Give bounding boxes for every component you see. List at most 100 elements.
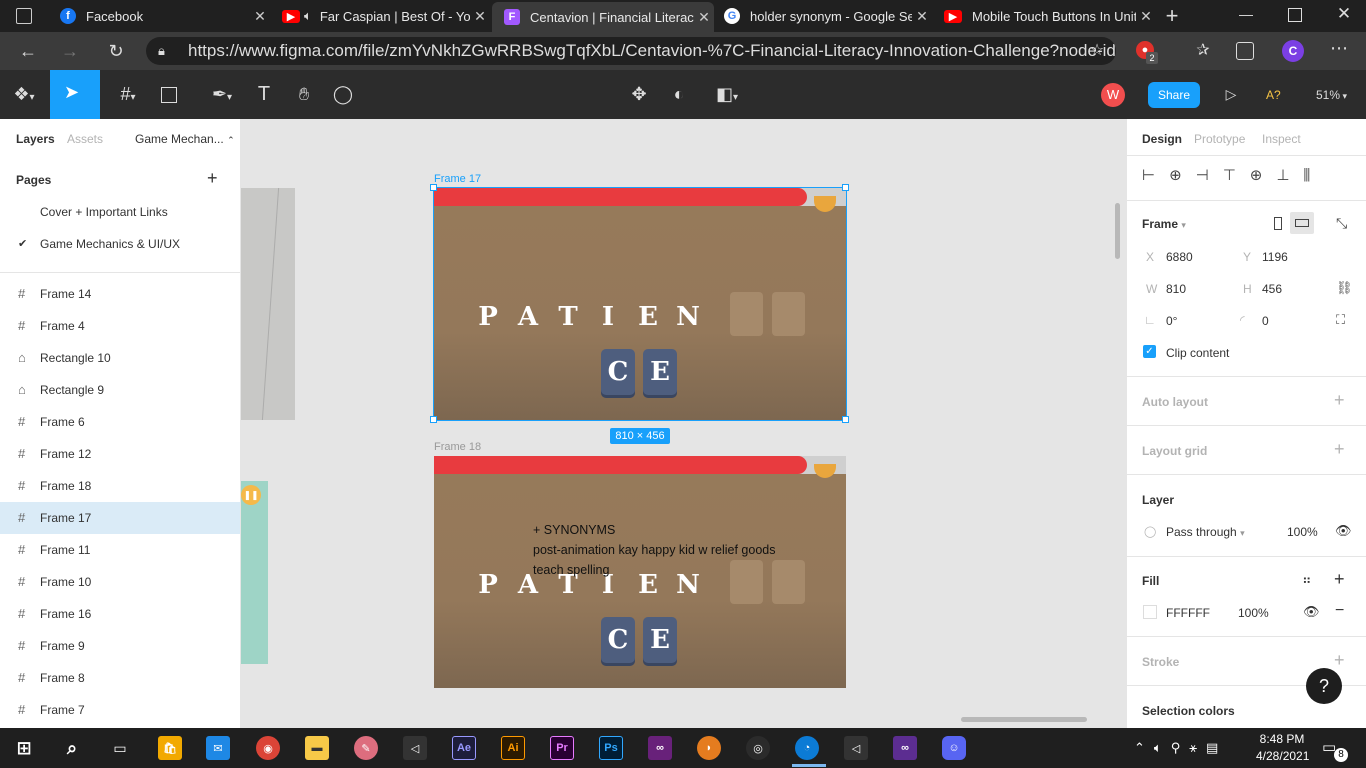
layer-row[interactable]: # Frame 12: [0, 438, 240, 470]
layer-row[interactable]: # Frame 6: [0, 406, 240, 438]
tab-layers[interactable]: Layers: [16, 132, 55, 146]
rectangle-tool-icon[interactable]: [161, 87, 177, 103]
paint-icon[interactable]: ✎: [354, 736, 378, 760]
figma-menu-icon[interactable]: ❖▾: [8, 82, 40, 106]
visual-studio-icon[interactable]: ∞: [648, 736, 672, 760]
add-stroke-icon[interactable]: +: [1334, 650, 1345, 671]
frame-tool-icon[interactable]: #▾: [112, 82, 144, 106]
remove-fill-icon[interactable]: −: [1335, 602, 1344, 620]
empty-letter-slot[interactable]: [772, 292, 805, 336]
profile-avatar[interactable]: C: [1282, 40, 1304, 62]
vertical-scrollbar[interactable]: [1115, 203, 1120, 259]
chrome-icon[interactable]: ◉: [256, 736, 280, 760]
width-field[interactable]: 810: [1166, 282, 1186, 296]
app-icon[interactable]: ◎: [746, 736, 770, 760]
fill-opacity-field[interactable]: 100%: [1238, 606, 1269, 620]
alignment-icons[interactable]: ⊢⊕⊣⊤⊕⊥⫼: [1142, 166, 1324, 184]
collections-icon[interactable]: [1236, 42, 1254, 60]
letter-tile[interactable]: E: [643, 617, 677, 663]
store-icon[interactable]: 🛍︎: [158, 736, 182, 760]
resize-handle[interactable]: [842, 184, 849, 191]
move-tool-button[interactable]: ➤: [50, 70, 100, 119]
landscape-button[interactable]: [1290, 212, 1314, 234]
back-icon[interactable]: ←: [16, 40, 40, 62]
tab-design[interactable]: Design: [1142, 132, 1182, 146]
frame-17[interactable]: PATIEN C E: [434, 188, 846, 420]
layer-row[interactable]: ⌂ Rectangle 10: [0, 342, 240, 374]
close-tab-icon[interactable]: ✕: [694, 9, 714, 26]
frame-type-dropdown[interactable]: Frame ▾: [1142, 217, 1186, 231]
user-avatar[interactable]: W: [1101, 83, 1125, 107]
tab-youtube-unity[interactable]: ▶ Mobile Touch Buttons In Unit ✕: [936, 0, 1156, 32]
forward-icon[interactable]: →: [58, 40, 82, 62]
add-layout-grid-icon[interactable]: +: [1334, 439, 1345, 460]
design-note[interactable]: + SYNONYMS post-animation kay happy kid …: [533, 520, 776, 580]
layer-row[interactable]: # Frame 11: [0, 534, 240, 566]
layer-row[interactable]: # Frame 9: [0, 630, 240, 662]
partial-frame-teal[interactable]: [241, 481, 268, 664]
component-icon[interactable]: ✥: [628, 82, 650, 106]
frame17-label[interactable]: Frame 17: [434, 173, 481, 185]
pen-tool-icon[interactable]: ✒▾: [206, 82, 238, 106]
partial-frame-image[interactable]: [241, 188, 295, 420]
close-tab-icon[interactable]: ✕: [250, 8, 270, 25]
layer-row[interactable]: # Frame 4: [0, 310, 240, 342]
resize-fit-icon[interactable]: ⤡: [1336, 215, 1347, 232]
frame-18[interactable]: PATIEN C E + SYNONYMS post-animation kay…: [434, 456, 846, 688]
illustrator-icon[interactable]: Ai: [501, 736, 525, 760]
close-tab-icon[interactable]: ✕: [1136, 8, 1156, 25]
url-field[interactable]: https://www.figma.com/file/zmYvNkhZGwRRB…: [146, 37, 1116, 65]
visual-studio-2-icon[interactable]: ∞: [893, 736, 917, 760]
photoshop-icon[interactable]: Ps: [599, 736, 623, 760]
tab-inspect[interactable]: Inspect: [1262, 132, 1301, 146]
layer-row[interactable]: # Frame 8: [0, 662, 240, 694]
zoom-level[interactable]: 51% ▾: [1316, 88, 1356, 102]
canvas[interactable]: ❚❚ Frame 17 PATIEN C E 810 × 456 Frame 1…: [241, 119, 1126, 728]
fill-styles-icon[interactable]: ⠶: [1302, 572, 1312, 588]
empty-letter-slot[interactable]: [772, 560, 805, 604]
close-window-icon[interactable]: ✕: [1334, 4, 1354, 26]
browser-menu-icon[interactable]: ⋯: [1328, 38, 1350, 60]
hand-tool-icon[interactable]: ✋︎: [292, 82, 316, 106]
premiere-icon[interactable]: Pr: [550, 736, 574, 760]
page-item-cover[interactable]: Cover + Important Links: [40, 205, 168, 219]
x-field[interactable]: 6880: [1166, 250, 1193, 264]
accessibility-indicator[interactable]: A?: [1266, 88, 1290, 102]
tab-prototype[interactable]: Prototype: [1194, 132, 1245, 146]
lock-icon[interactable]: 🔒︎: [158, 43, 170, 58]
system-tray-icons[interactable]: ⌃🔈︎⚲⚹▤: [1134, 740, 1227, 756]
present-icon[interactable]: ▷: [1220, 82, 1242, 106]
edge-icon[interactable]: ◔: [795, 736, 819, 760]
help-button[interactable]: ?: [1306, 668, 1342, 704]
unity-icon[interactable]: ◁: [403, 736, 427, 760]
bookmark-add-icon[interactable]: ☆: [1086, 40, 1108, 62]
frame18-label[interactable]: Frame 18: [434, 441, 481, 453]
layer-row[interactable]: ⌂ Rectangle 9: [0, 374, 240, 406]
fill-visibility-eye-icon[interactable]: 👁︎: [1303, 604, 1320, 620]
share-button[interactable]: Share: [1148, 82, 1200, 108]
corner-radius-field[interactable]: 0: [1262, 314, 1269, 328]
layer-row[interactable]: # Frame 18: [0, 470, 240, 502]
tab-google-holder-synonym[interactable]: G holder synonym - Google Sea ✕: [716, 0, 932, 32]
layer-opacity-field[interactable]: 100%: [1287, 525, 1318, 539]
tab-actions-icon[interactable]: [16, 8, 32, 24]
add-fill-icon[interactable]: +: [1334, 569, 1345, 590]
layer-row[interactable]: # Frame 7: [0, 694, 240, 726]
page-item-game-mechanics[interactable]: Game Mechanics & UI/UX: [40, 237, 180, 251]
minimize-icon[interactable]: —: [1236, 6, 1256, 26]
current-page-dropdown[interactable]: Game Mechan... ⌃: [135, 132, 235, 146]
add-auto-layout-icon[interactable]: +: [1334, 390, 1345, 411]
text-tool-icon[interactable]: T: [254, 82, 274, 106]
clip-content-checkbox[interactable]: ✓: [1143, 345, 1156, 358]
add-page-icon[interactable]: +: [207, 168, 218, 189]
new-tab-button[interactable]: +: [1160, 4, 1184, 28]
layer-row[interactable]: # Frame 10: [0, 566, 240, 598]
reload-icon[interactable]: ↻: [104, 40, 128, 62]
speaker-icon[interactable]: 🔈︎: [304, 8, 312, 24]
search-icon[interactable]: ⌕: [60, 736, 84, 760]
resize-handle[interactable]: [430, 184, 437, 191]
layer-row[interactable]: # Frame 17: [0, 502, 240, 534]
mask-icon[interactable]: ◐: [668, 82, 690, 106]
fill-color-swatch[interactable]: [1143, 605, 1157, 619]
restore-icon[interactable]: [1288, 8, 1302, 22]
